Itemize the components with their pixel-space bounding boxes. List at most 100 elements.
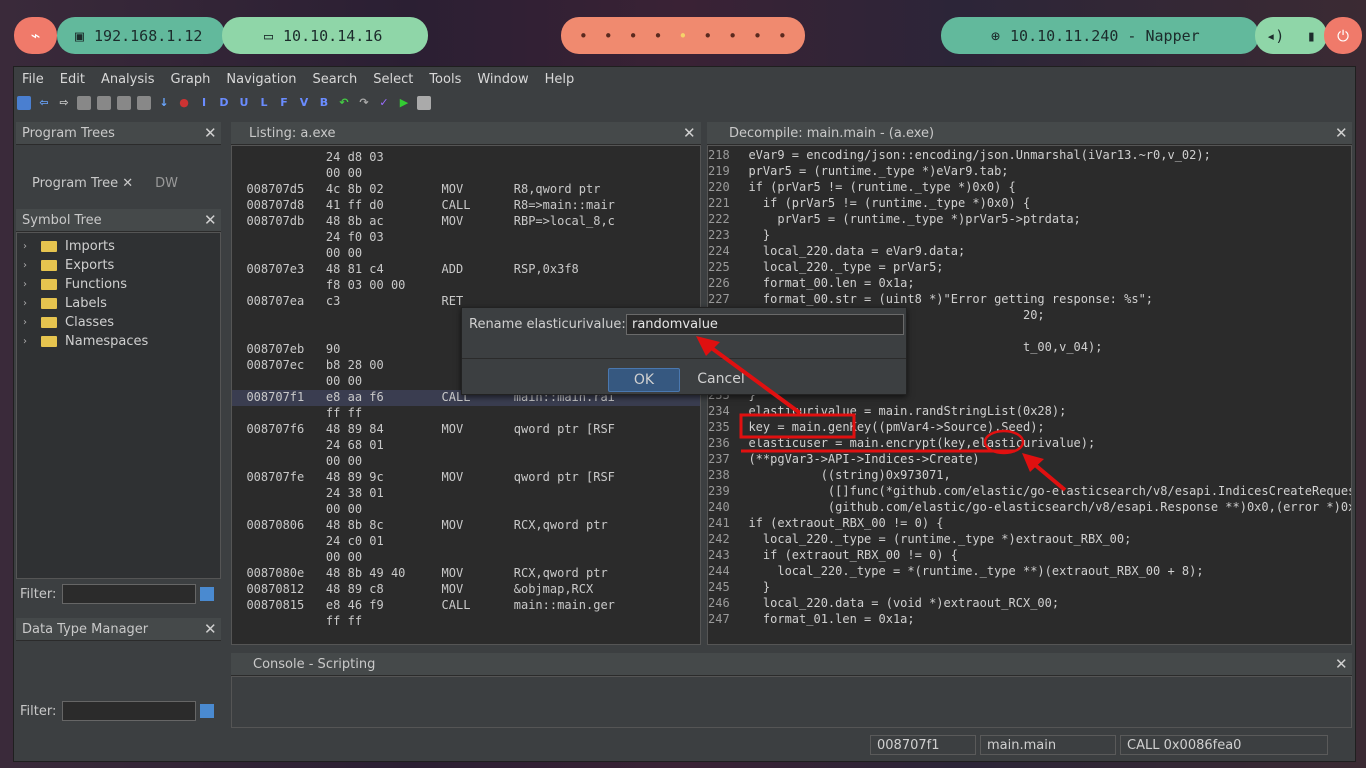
run-icon[interactable]: ▶ [397,96,411,110]
listing-row[interactable]: 00 00 [232,502,514,518]
listing-row[interactable]: 008707d5 4c 8b 02 MOV R8,qword ptr [232,182,600,198]
decompile-line[interactable]: 227 format_00.str = (uint8 *)"Error gett… [708,292,1153,308]
listing-row[interactable]: 0087080e 48 8b 49 40 MOV RCX,qword ptr [232,566,607,582]
listing-row[interactable]: 00 00 [232,550,514,566]
listing-row[interactable]: 24 c0 01 [232,534,514,550]
listing-row[interactable]: f8 03 00 00 [232,278,514,294]
workspace-dot[interactable]: • [728,27,737,45]
listing-row[interactable]: 00870806 48 8b 8c MOV RCX,qword ptr [232,518,607,534]
power-button[interactable]: ⏻ [1324,17,1362,54]
workspace-dot[interactable]: • [629,27,638,45]
ok-button[interactable]: OK [608,368,680,392]
instruction-i-icon[interactable]: I [197,96,211,110]
filter-options-icon[interactable] [200,704,215,718]
decompile-panel[interactable]: 218 eVar9 = encoding/json::encoding/json… [707,145,1352,645]
listing-row[interactable]: 008707fe 48 89 9c MOV qword ptr [RSF [232,470,614,486]
tree-item-namespaces[interactable]: › Namespaces [23,332,148,350]
close-icon[interactable]: ✕ [683,124,696,142]
listing-row[interactable]: ff ff [232,614,514,630]
decompile-line[interactable]: 234 elasticurivalue = main.randStringLis… [708,404,1066,420]
workspace-dot-active[interactable]: • [678,27,687,45]
listing-row[interactable]: ff ff [232,406,514,422]
menu-navigation[interactable]: Navigation [218,72,304,87]
listing-row[interactable]: 00 00 [232,454,514,470]
menu-help[interactable]: Help [537,72,583,87]
decompile-line[interactable]: 226 format_00.len = 0x1a; [708,276,915,292]
decompile-line[interactable]: 237 (**pgVar3->API->Indices->Create) [708,452,980,468]
filter-options-icon[interactable] [200,587,215,601]
menu-search[interactable]: Search [305,72,366,87]
clear-icon[interactable]: ● [177,96,191,110]
close-icon[interactable]: ✕ [204,124,217,142]
close-icon[interactable]: ✕ [1335,124,1348,142]
decompile-line[interactable]: 218 eVar9 = encoding/json::encoding/json… [708,148,1211,164]
doc-icon[interactable] [137,96,151,110]
menu-file[interactable]: File [14,72,52,87]
decompile-line[interactable]: 247 format_01.len = 0x1a; [708,612,915,628]
decompile-line[interactable]: 246 local_220.data = (void *)extraout_RC… [708,596,1059,612]
workspace-dot[interactable]: • [703,27,712,45]
listing-panel[interactable]: 24 d8 03 00 00 008707d5 4c 8b 02 MOV R8,… [231,145,701,645]
decompile-line[interactable]: 222 prVar5 = (runtime._type *)prVar5->pt… [708,212,1081,228]
workspace-dot[interactable]: • [579,27,588,45]
tree-item-imports[interactable]: › Imports [23,237,115,255]
workspace-switcher[interactable]: • • • • • • • • • [561,17,805,54]
check-icon[interactable]: ✓ [377,96,391,110]
volume-icon[interactable]: ◂) [1266,27,1284,45]
workspace-dot[interactable]: • [604,27,613,45]
tab-dw[interactable]: DW [133,176,178,191]
tree-item-labels[interactable]: › Labels [23,294,107,312]
decompile-line[interactable]: 221 if (prVar5 != (runtime._type *)0x0) … [708,196,1030,212]
decompile-line[interactable]: 223 } [708,228,770,244]
tab-program-tree[interactable]: Program Tree ✕ [16,176,133,191]
redo-icon[interactable]: ↷ [357,96,371,110]
undo-icon[interactable]: ↶ [337,96,351,110]
label-l-icon[interactable]: L [257,96,271,110]
doc-icon[interactable] [77,96,91,110]
workspace-dot[interactable]: • [654,27,663,45]
bytes-b-icon[interactable]: B [317,96,331,110]
menu-graph[interactable]: Graph [163,72,219,87]
forward-arrow-icon[interactable]: ⇨ [57,96,71,110]
menu-window[interactable]: Window [469,72,536,87]
close-icon[interactable]: ✕ [204,211,217,229]
listing-row[interactable]: 24 d8 03 [232,150,514,166]
symbol-filter-input[interactable] [62,584,197,604]
rename-input[interactable] [626,314,904,335]
decompile-line[interactable]: 224 local_220.data = eVar9.data; [708,244,965,260]
listing-row[interactable]: 24 38 01 [232,486,514,502]
decompile-line[interactable]: 220 if (prVar5 != (runtime._type *)0x0) … [708,180,1016,196]
menu-edit[interactable]: Edit [52,72,93,87]
listing-row[interactable]: 24 f0 03 [232,230,514,246]
undefined-u-icon[interactable]: U [237,96,251,110]
decompile-line[interactable]: 239 ([]func(*github.com/elastic/go-elast… [708,484,1351,500]
data-d-icon[interactable]: D [217,96,231,110]
listing-row[interactable]: 008707db 48 8b ac MOV RBP=>local_8,c [232,214,614,230]
tree-item-classes[interactable]: › Classes [23,313,114,331]
table-icon[interactable] [417,96,431,110]
decompile-line[interactable]: 242 local_220._type = (runtime._type *)e… [708,532,1131,548]
dtm-filter-input[interactable] [62,701,197,721]
down-arrow-icon[interactable]: ↓ [157,96,171,110]
decompile-line[interactable]: 240 (github.com/elastic/go-elasticsearch… [708,500,1351,516]
value-v-icon[interactable]: V [297,96,311,110]
back-arrow-icon[interactable]: ⇦ [37,96,51,110]
decompile-line[interactable]: 241 if (extraout_RBX_00 != 0) { [708,516,944,532]
listing-row[interactable]: 00870815 e8 46 f9 CALL main::main.ger [232,598,614,614]
doc-icon[interactable] [97,96,111,110]
menu-select[interactable]: Select [365,72,421,87]
function-f-icon[interactable]: F [277,96,291,110]
close-icon[interactable]: ✕ [1335,655,1348,673]
decompile-line[interactable]: 219 prVar5 = (runtime._type *)eVar9.tab; [708,164,1009,180]
workspace-dot[interactable]: • [753,27,762,45]
cancel-button[interactable]: Cancel [692,368,750,390]
listing-row[interactable]: 24 68 01 [232,438,514,454]
decompile-line[interactable]: 245 } [708,580,770,596]
decompile-line[interactable]: 243 if (extraout_RBX_00 != 0) { [708,548,958,564]
listing-row[interactable]: 008707f6 48 89 84 MOV qword ptr [RSF [232,422,614,438]
menu-analysis[interactable]: Analysis [93,72,163,87]
workspace-dot[interactable]: • [778,27,787,45]
listing-row[interactable]: 00870812 48 89 c8 MOV &objmap,RCX [232,582,593,598]
close-icon[interactable]: ✕ [204,620,217,638]
listing-row[interactable]: 00 00 [232,246,514,262]
